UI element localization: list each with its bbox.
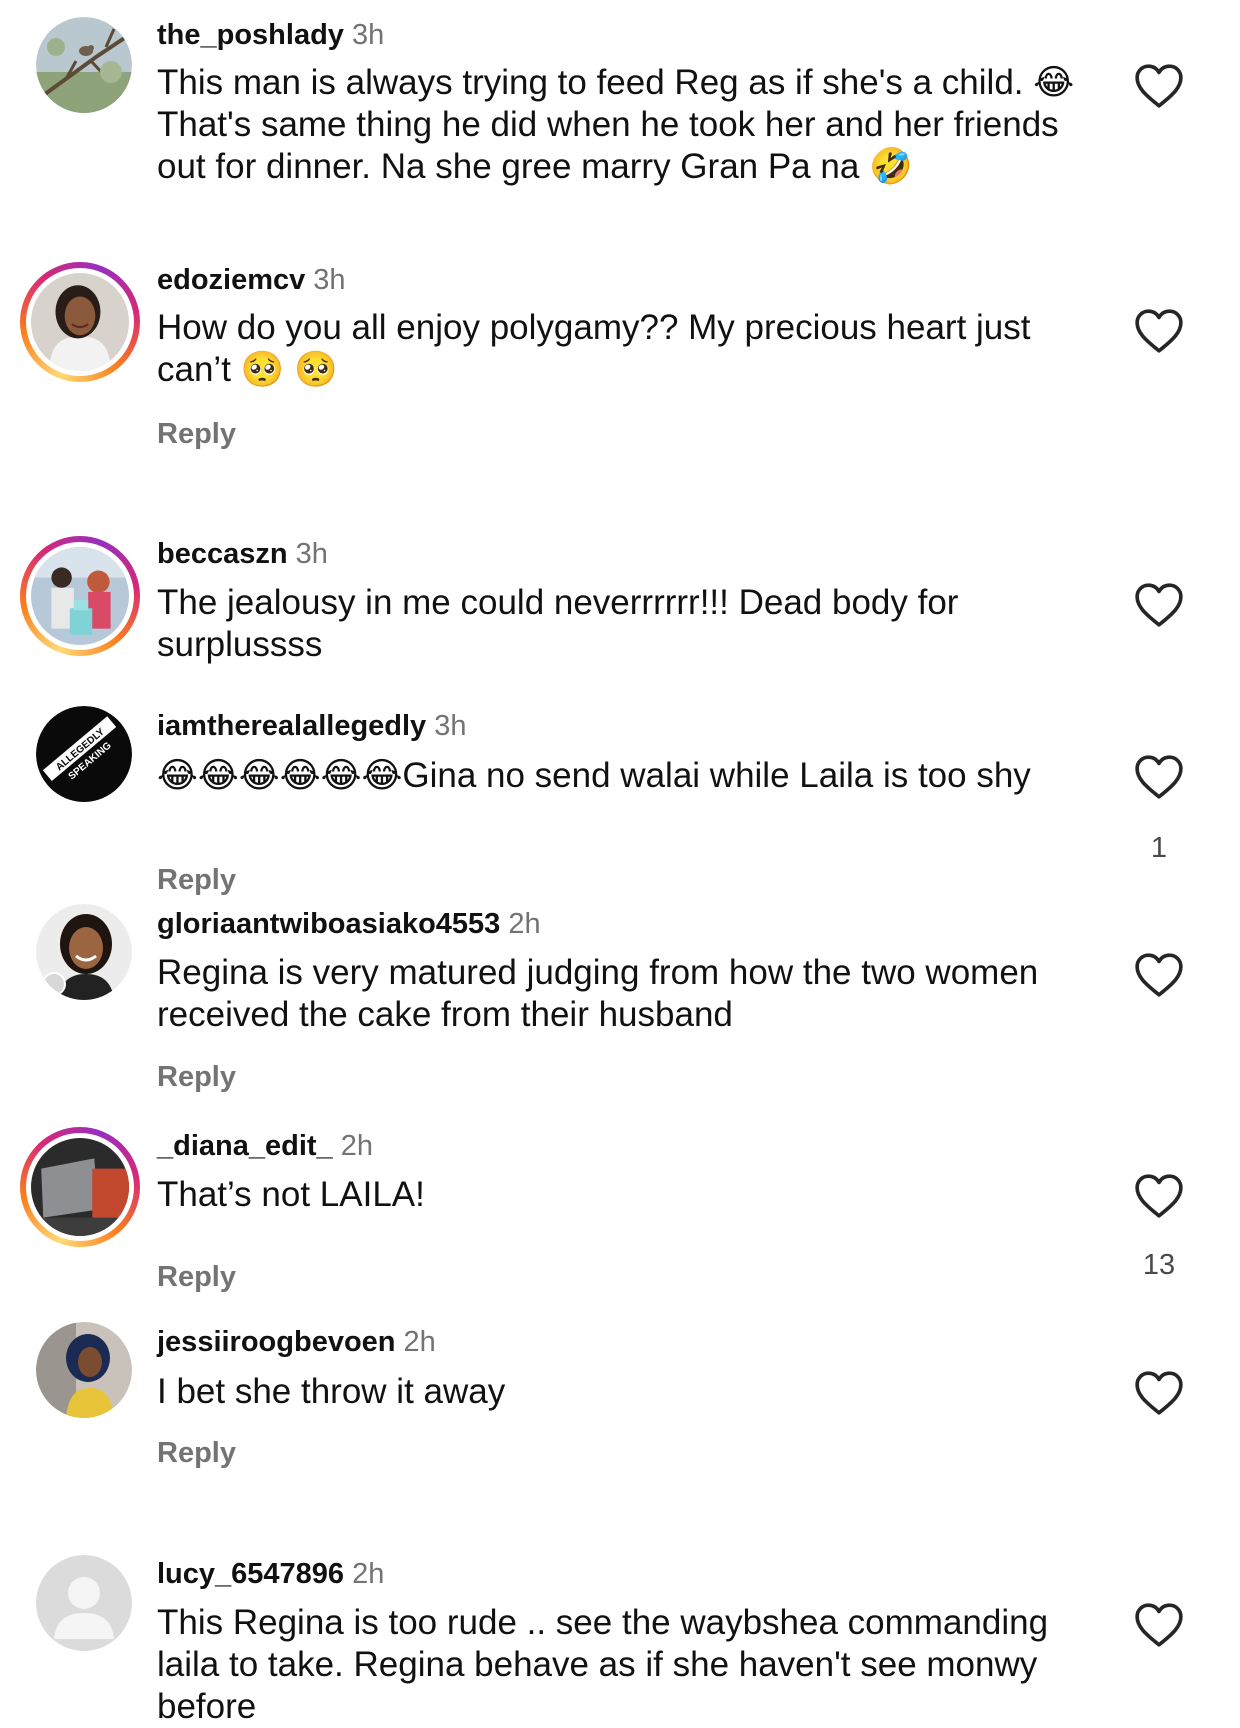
timestamp: 2h	[403, 1326, 436, 1358]
avatar[interactable]	[36, 17, 132, 113]
reply-button[interactable]: Reply	[157, 416, 236, 452]
avatar[interactable]	[36, 904, 132, 1000]
reply-button[interactable]: Reply	[157, 1259, 236, 1295]
comment-text: This man is always trying to feed Reg as…	[157, 63, 1075, 186]
avatar[interactable]	[36, 1555, 132, 1651]
like-heart-icon[interactable]	[1134, 1602, 1184, 1648]
username[interactable]: edoziemcv	[157, 264, 305, 296]
like-count: 1	[1150, 832, 1168, 864]
timestamp: 3h	[313, 264, 346, 296]
timestamp: 3h	[295, 538, 328, 570]
like-heart-icon[interactable]	[1134, 308, 1184, 354]
timestamp: 2h	[508, 908, 541, 940]
timestamp: 2h	[340, 1130, 373, 1162]
timestamp: 3h	[351, 19, 385, 51]
comment-text: This Regina is too rude .. see the waybs…	[157, 1603, 1049, 1726]
avatar-with-story-ring[interactable]	[20, 262, 140, 382]
reply-button[interactable]: Reply	[157, 862, 236, 898]
comment-text: 😂😂😂😂😂😂Gina no send walai while Laila is …	[157, 756, 1031, 795]
woman-portrait-avatar-icon	[31, 273, 129, 371]
username[interactable]: _diana_edit_	[157, 1130, 333, 1162]
username[interactable]: beccaszn	[157, 538, 288, 570]
comment-header: the_poshlady 3h	[157, 17, 384, 53]
comment-header: beccaszn 3h	[157, 536, 328, 572]
allegedly-speaking-logo-icon: ALLEGEDLY SPEAKING	[36, 706, 132, 802]
like-heart-icon[interactable]	[1134, 1370, 1184, 1416]
comment-text: Regina is very matured judging from how …	[157, 953, 1039, 1034]
comment-text: I bet she throw it away	[157, 1372, 506, 1411]
like-heart-icon[interactable]	[1134, 63, 1184, 109]
bird-on-branch-avatar-icon	[36, 17, 132, 113]
like-heart-icon[interactable]	[1134, 1173, 1184, 1219]
comment-header: jessiiroogbevoen 2h	[157, 1324, 436, 1360]
comment-header: iamtherealallegedly 3h	[157, 708, 466, 744]
timestamp: 2h	[352, 1558, 385, 1590]
timestamp: 3h	[434, 710, 467, 742]
smiling-woman-avatar-icon	[36, 904, 132, 1000]
couple-with-cake-avatar-icon	[31, 547, 129, 645]
username[interactable]: iamtherealallegedly	[157, 710, 426, 742]
reply-button[interactable]: Reply	[157, 1059, 236, 1095]
comment-header: lucy_6547896 2h	[157, 1556, 384, 1592]
like-count: 13	[1142, 1249, 1176, 1281]
comment-text: The jealousy in me could neverrrrrr!!! D…	[157, 583, 959, 664]
comment-text: How do you all enjoy polygamy?? My preci…	[157, 308, 1031, 389]
reply-button[interactable]: Reply	[157, 1435, 236, 1471]
like-heart-icon[interactable]	[1134, 754, 1184, 800]
avatar-with-story-ring[interactable]	[20, 536, 140, 656]
avatar[interactable]: ALLEGEDLY SPEAKING	[36, 706, 132, 802]
like-heart-icon[interactable]	[1134, 582, 1184, 628]
comment-header: gloriaantwiboasiako4553 2h	[157, 906, 541, 942]
laptop-avatar-icon	[31, 1138, 129, 1236]
comment-header: _diana_edit_ 2h	[157, 1128, 373, 1164]
avatar-with-story-ring[interactable]	[20, 1127, 140, 1247]
woman-blue-hair-avatar-icon	[36, 1322, 132, 1418]
avatar[interactable]	[36, 1322, 132, 1418]
username[interactable]: lucy_6547896	[157, 1558, 344, 1590]
username[interactable]: gloriaantwiboasiako4553	[157, 908, 500, 940]
username[interactable]: the_poshlady	[157, 19, 344, 51]
comment-text: That’s not LAILA!	[157, 1175, 425, 1214]
default-person-avatar-icon	[36, 1555, 132, 1651]
username[interactable]: jessiiroogbevoen	[157, 1326, 396, 1358]
comment-header: edoziemcv 3h	[157, 262, 346, 298]
like-heart-icon[interactable]	[1134, 952, 1184, 998]
